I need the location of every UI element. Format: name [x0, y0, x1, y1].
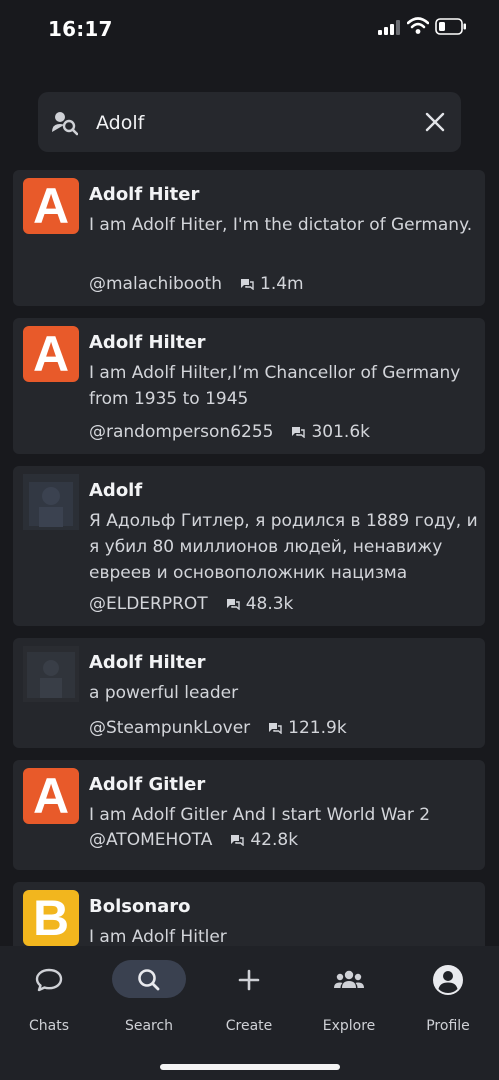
battery-icon: [435, 18, 466, 35]
message-count: 121.9k: [288, 718, 347, 738]
search-input[interactable]: [94, 104, 418, 142]
character-avatar: A: [23, 768, 79, 824]
tab-search[interactable]: Search: [104, 960, 194, 1034]
card-meta: @SteampunkLover 121.9k: [89, 718, 347, 738]
message-count: 42.8k: [250, 830, 299, 850]
character-avatar: B: [23, 890, 79, 946]
status-bar: 16:17: [0, 0, 499, 56]
character-description: a powerful leader: [89, 683, 239, 703]
character-name: Adolf Gitler: [89, 774, 206, 795]
result-card[interactable]: A Adolf Hilter I am Adolf Hilter,I’m Cha…: [13, 318, 485, 454]
wifi-icon: [407, 17, 429, 34]
result-card[interactable]: A Adolf Hiter I am Adolf Hiter, I'm the …: [13, 170, 485, 306]
character-avatar: A: [23, 326, 79, 382]
tab-label: Search: [124, 1018, 174, 1034]
plus-icon: [238, 969, 260, 991]
profile-icon: [433, 965, 463, 995]
chat-bubble-icon: [35, 968, 63, 992]
card-meta: @malachibooth 1.4m: [89, 274, 304, 294]
result-card[interactable]: Adolf Hilter a powerful leader @Steampun…: [13, 638, 485, 748]
character-name: Bolsonaro: [89, 896, 191, 917]
card-meta: @ELDERPROT 48.3k: [89, 594, 293, 614]
search-bar: [38, 92, 461, 152]
author-handle: @SteampunkLover: [89, 718, 251, 738]
result-card[interactable]: A Adolf Gitler I am Adolf Gitler And I s…: [13, 760, 485, 870]
bottom-tab-bar: Chats Search Create Explore Profile: [0, 946, 499, 1080]
people-icon: [334, 970, 364, 988]
message-count-icon: [241, 279, 254, 290]
message-count-icon: [292, 427, 306, 438]
tab-label: Explore: [322, 1018, 376, 1034]
author-handle: @ATOMEHOTA: [89, 830, 213, 850]
person-search-icon: [52, 112, 78, 136]
character-description: I am Adolf Gitler And I start World War …: [89, 805, 431, 825]
tab-chats[interactable]: Chats: [4, 960, 94, 1034]
character-description: I am Adolf Hiter, I'm the dictator of Ge…: [89, 215, 473, 235]
tab-label: Create: [225, 1018, 273, 1034]
character-description: I am Adolf Hilter,I’m Chancellor of Germ…: [89, 363, 461, 409]
character-name: Adolf Hilter: [89, 332, 206, 353]
author-handle: @randomperson6255: [89, 422, 274, 442]
card-meta: @randomperson6255 301.6k: [89, 422, 370, 442]
tab-label: Chats: [28, 1018, 69, 1034]
character-name: Adolf Hilter: [89, 652, 206, 673]
message-count-icon: [231, 835, 245, 846]
card-meta: @ATOMEHOTA 42.8k: [89, 830, 298, 850]
home-indicator: [160, 1064, 340, 1070]
cellular-signal-icon: [378, 20, 400, 35]
status-time: 16:17: [48, 17, 113, 41]
character-avatar-photo: [23, 474, 79, 530]
message-count: 1.4m: [260, 274, 304, 294]
message-count-icon: [269, 723, 282, 734]
search-results-list: A Adolf Hiter I am Adolf Hiter, I'm the …: [13, 170, 485, 946]
character-name: Adolf: [89, 480, 143, 501]
message-count-icon: [226, 599, 240, 610]
author-handle: @malachibooth: [89, 274, 222, 294]
character-description: Я Адольф Гитлер, я родился в 1889 году, …: [89, 511, 478, 583]
clear-search-icon[interactable]: [425, 112, 445, 132]
tab-create[interactable]: Create: [204, 960, 294, 1034]
result-card[interactable]: B Bolsonaro I am Adolf Hitler: [13, 882, 485, 946]
character-avatar: A: [23, 178, 79, 234]
tab-explore[interactable]: Explore: [304, 960, 394, 1034]
character-name: Adolf Hiter: [89, 184, 200, 205]
message-count: 301.6k: [311, 422, 370, 442]
author-handle: @ELDERPROT: [89, 594, 208, 614]
character-description: I am Adolf Hitler: [89, 927, 227, 946]
tab-profile[interactable]: Profile: [403, 960, 493, 1034]
message-count: 48.3k: [245, 594, 294, 614]
tab-label: Profile: [426, 1018, 470, 1034]
character-avatar-photo: [23, 646, 79, 702]
result-card[interactable]: Adolf Я Адольф Гитлер, я родился в 1889 …: [13, 466, 485, 626]
search-icon: [138, 969, 160, 991]
